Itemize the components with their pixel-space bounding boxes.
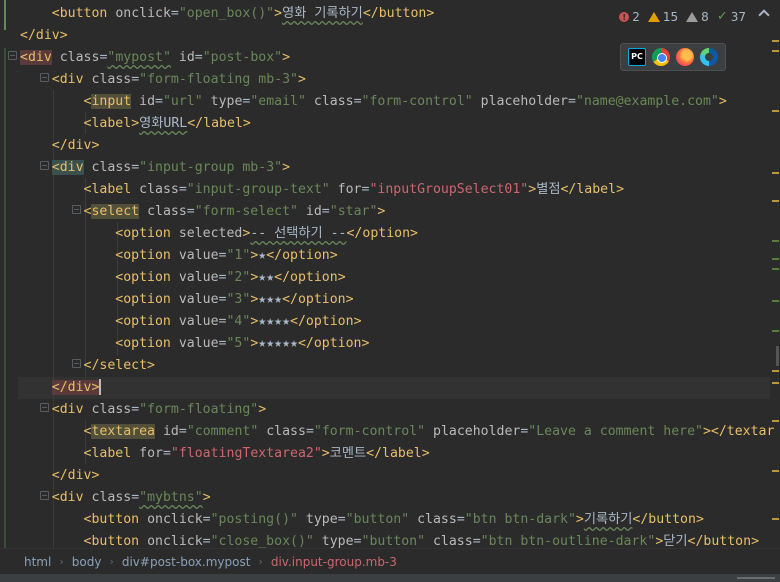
stripe-marker[interactable]	[772, 330, 779, 332]
code-line[interactable]: <textarea id="comment" class="form-contr…	[20, 421, 774, 443]
horizontal-scrollbar[interactable]	[737, 577, 775, 579]
stripe-marker[interactable]	[772, 258, 779, 260]
edge-icon[interactable]	[700, 48, 718, 66]
code-line[interactable]: <div class="input-group mb-3">	[20, 157, 290, 179]
breadcrumb-item[interactable]: html	[24, 555, 51, 569]
editor-gutter	[0, 0, 81, 548]
stripe-marker[interactable]	[772, 370, 779, 372]
inspection-widget[interactable]: ! 2 15 8 ✓ 37	[619, 7, 746, 27]
check-icon: ✓	[716, 9, 728, 24]
stripe-marker[interactable]	[772, 470, 779, 472]
code-line[interactable]: </div>	[20, 377, 102, 399]
stripe-marker[interactable]	[772, 382, 779, 384]
chevron-right-icon: ›	[59, 555, 64, 568]
chevron-right-icon: ›	[258, 555, 263, 568]
warning-icon	[647, 12, 660, 22]
code-line[interactable]: <div class="form-floating mb-3">	[20, 69, 306, 91]
code-line[interactable]: <label>영화URL</label>	[20, 113, 251, 135]
stripe-marker[interactable]	[772, 240, 779, 242]
chrome-icon[interactable]	[652, 48, 670, 66]
stripe-marker[interactable]	[772, 172, 779, 174]
change-marker	[4, 48, 6, 548]
code-line[interactable]: </div>	[20, 25, 68, 47]
stripe-marker[interactable]	[772, 110, 779, 112]
code-line[interactable]: <button onclick="open_box()">영화 기록하기</bu…	[20, 3, 435, 25]
browser-preview-popup: PC	[620, 43, 726, 71]
code-line[interactable]: <option selected>-- 선택하기 --</option>	[20, 223, 418, 245]
code-line[interactable]: </div>	[20, 135, 100, 157]
error-icon: !	[619, 12, 630, 22]
stripe-marker[interactable]	[772, 40, 779, 42]
code-line[interactable]: <button onclick="posting()" type="button…	[20, 509, 704, 531]
code-line[interactable]: <input id="url" type="email" class="form…	[20, 91, 727, 113]
status-bar	[0, 574, 780, 582]
stripe-marker[interactable]	[772, 420, 779, 422]
code-line[interactable]: <button onclick="close_box()" type="butt…	[20, 531, 759, 548]
breadcrumb: html › body › div#post-box.mypost › div.…	[0, 548, 780, 574]
breadcrumb-item[interactable]: body	[72, 555, 102, 569]
chevron-up-icon[interactable]	[758, 9, 770, 21]
code-line[interactable]: <option value="1">★</option>	[20, 245, 337, 267]
code-line[interactable]: </select>	[20, 355, 155, 377]
scroll-thumb[interactable]	[776, 346, 779, 366]
stripe-marker[interactable]	[772, 518, 779, 520]
ok-count[interactable]: ✓ 37	[717, 10, 746, 24]
errors-count[interactable]: ! 2	[619, 10, 640, 24]
code-line[interactable]: </div>	[20, 465, 100, 487]
current-line-highlight	[18, 377, 770, 399]
code-line[interactable]: <label for="floatingTextarea2">코멘트</labe…	[20, 443, 430, 465]
code-line[interactable]: <option value="5">★★★★★</option>	[20, 333, 369, 355]
code-line[interactable]: <option value="3">★★★</option>	[20, 289, 353, 311]
code-editor[interactable]: <button onclick="open_box()">영화 기록하기</bu…	[0, 0, 780, 548]
pycharm-icon[interactable]: PC	[628, 48, 646, 66]
weak-warnings-count[interactable]: 8	[686, 10, 709, 24]
change-marker	[4, 0, 6, 30]
fold-icon[interactable]	[8, 51, 17, 60]
code-line[interactable]: <div class="mybtns">	[20, 487, 211, 509]
code-line[interactable]: <option value="4">★★★★</option>	[20, 311, 361, 333]
warnings-count[interactable]: 15	[647, 10, 678, 24]
code-line[interactable]: <select class="form-select" id="star">	[20, 201, 385, 223]
weak-warning-icon	[686, 12, 699, 22]
code-line[interactable]: <label class="input-group-text" for="inp…	[20, 179, 624, 201]
stripe-marker[interactable]	[772, 300, 779, 302]
stripe-marker[interactable]	[772, 268, 779, 270]
stripe-marker[interactable]	[772, 50, 779, 52]
code-line[interactable]: <div class="mypost" id="post-box">	[20, 47, 290, 69]
breadcrumb-item[interactable]: div.input-group.mb-3	[271, 555, 397, 569]
error-stripe[interactable]	[770, 0, 780, 548]
stripe-marker[interactable]	[772, 200, 779, 202]
breadcrumb-item[interactable]: div#post-box.mypost	[122, 555, 251, 569]
code-line[interactable]: <div class="form-floating">	[20, 399, 266, 421]
firefox-icon[interactable]	[676, 48, 694, 66]
chevron-right-icon: ›	[109, 555, 114, 568]
text-cursor	[99, 379, 102, 395]
code-line[interactable]: <option value="2">★★</option>	[20, 267, 345, 289]
